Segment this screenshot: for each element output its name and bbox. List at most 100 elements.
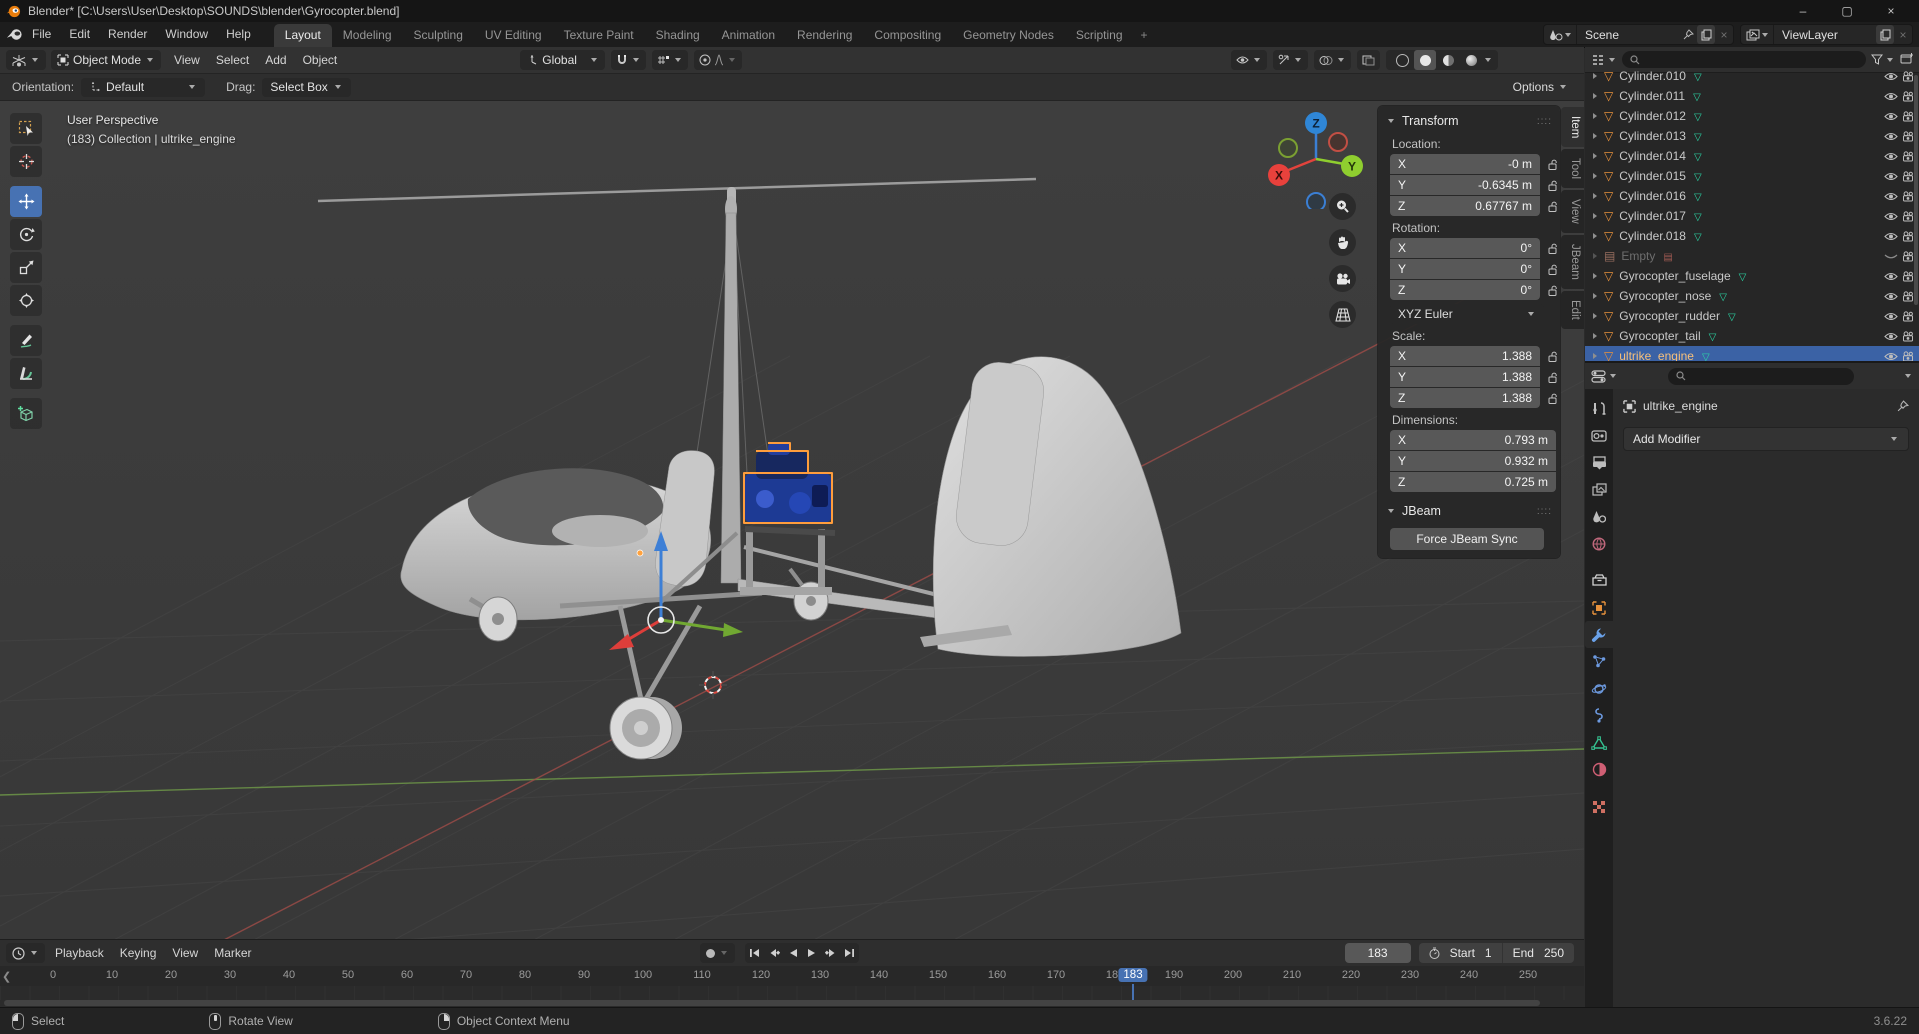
- menu-item[interactable]: Render: [99, 22, 156, 47]
- options-dropdown[interactable]: Options: [1513, 80, 1572, 94]
- sidebar-tab[interactable]: JBeam: [1561, 235, 1584, 289]
- gizmo-axis-y-neg[interactable]: [1279, 139, 1297, 157]
- workspace-tab[interactable]: Layout: [274, 24, 332, 47]
- hide-in-viewport-icon[interactable]: [1884, 231, 1898, 242]
- seat-back[interactable]: [656, 451, 715, 587]
- tab-constraints[interactable]: [1585, 702, 1613, 729]
- menu-item[interactable]: Edit: [60, 22, 99, 47]
- workspace-tab[interactable]: UV Editing: [474, 24, 553, 47]
- outliner-row[interactable]: Cylinder.014: [1585, 146, 1919, 166]
- unlock-icon[interactable]: [1546, 350, 1559, 363]
- play-button[interactable]: [802, 943, 821, 963]
- hide-in-viewport-icon[interactable]: [1884, 211, 1898, 222]
- workspace-tab[interactable]: Modeling: [332, 24, 403, 47]
- number-field[interactable]: Z0°: [1390, 280, 1540, 300]
- workspace-tab[interactable]: +: [1134, 24, 1155, 47]
- object-name[interactable]: Empty: [1621, 249, 1655, 263]
- drag-mode-selector[interactable]: Select Box: [262, 78, 350, 97]
- outliner-row[interactable]: Cylinder.011: [1585, 86, 1919, 106]
- disclosure-triangle-icon[interactable]: [1593, 333, 1597, 339]
- panel-grip-icon[interactable]: ::::: [1537, 506, 1552, 517]
- editor-type-button[interactable]: [6, 50, 46, 70]
- transform-orientation-selector[interactable]: Global: [520, 50, 605, 70]
- new-viewlayer-icon[interactable]: [1876, 25, 1894, 44]
- disable-in-render-icon[interactable]: [1902, 351, 1915, 362]
- number-field[interactable]: Y0°: [1390, 259, 1540, 279]
- hide-in-viewport-icon[interactable]: [1884, 91, 1898, 102]
- hide-in-viewport-icon[interactable]: [1884, 191, 1898, 202]
- viewlayer-icon[interactable]: [1741, 25, 1774, 44]
- disclosure-triangle-icon[interactable]: [1593, 173, 1597, 179]
- timeline-menu-item[interactable]: Playback: [47, 946, 112, 960]
- number-field[interactable]: Z1.388: [1390, 388, 1540, 408]
- transform-panel-header[interactable]: Transform ::::: [1378, 110, 1560, 132]
- object-name[interactable]: ultrike_engine: [1619, 349, 1694, 361]
- scene-name[interactable]: Scene: [1577, 28, 1679, 42]
- hide-in-viewport-icon[interactable]: [1884, 331, 1898, 342]
- object-name[interactable]: Cylinder.018: [1619, 229, 1686, 243]
- outliner-display-mode[interactable]: [1591, 54, 1617, 66]
- hide-in-viewport-icon[interactable]: [1884, 351, 1898, 362]
- object-name[interactable]: Cylinder.015: [1619, 169, 1686, 183]
- timeline-editor-type-button[interactable]: [6, 943, 45, 963]
- new-collection-button[interactable]: [1900, 52, 1913, 67]
- workspace-tab[interactable]: Texture Paint: [553, 24, 645, 47]
- hide-in-viewport-icon[interactable]: [1884, 311, 1898, 322]
- tool-measure[interactable]: [10, 358, 42, 389]
- number-field[interactable]: Y0.932 m: [1390, 451, 1556, 471]
- start-frame-field[interactable]: Start1: [1419, 943, 1502, 963]
- timeline-menu-item[interactable]: Marker: [206, 946, 259, 960]
- proportional-editing-toggle[interactable]: [694, 50, 742, 70]
- tool-cursor[interactable]: [10, 146, 42, 177]
- timeline-menu-item[interactable]: View: [164, 946, 206, 960]
- outliner-row[interactable]: Gyrocopter_fuselage: [1585, 266, 1919, 286]
- number-field[interactable]: X-0 m: [1390, 154, 1540, 174]
- gizmo-axis-z-neg[interactable]: [1307, 193, 1325, 209]
- menu-item[interactable]: Help: [217, 22, 260, 47]
- breadcrumb-object-name[interactable]: ultrike_engine: [1643, 399, 1718, 413]
- force-jbeam-sync-button[interactable]: Force JBeam Sync: [1390, 528, 1544, 550]
- pin-icon[interactable]: [1897, 400, 1909, 412]
- tool-orientation-selector[interactable]: Default: [81, 78, 205, 97]
- disclosure-triangle-icon[interactable]: [1593, 93, 1597, 99]
- tool-transform[interactable]: [10, 285, 42, 316]
- unlock-icon[interactable]: [1546, 158, 1559, 171]
- disclosure-triangle-icon[interactable]: [1593, 313, 1597, 319]
- snap-target-selector[interactable]: [652, 50, 688, 70]
- disclosure-triangle-icon[interactable]: [1593, 213, 1597, 219]
- shading-wireframe-button[interactable]: [1391, 50, 1413, 70]
- disclosure-triangle-icon[interactable]: [1593, 153, 1597, 159]
- viewport-menu-item[interactable]: View: [166, 47, 208, 73]
- outliner-row[interactable]: Gyrocopter_rudder: [1585, 306, 1919, 326]
- object-name[interactable]: Cylinder.017: [1619, 209, 1686, 223]
- outliner-row[interactable]: Cylinder.010: [1585, 66, 1919, 86]
- workspace-tab[interactable]: Scripting: [1065, 24, 1134, 47]
- outliner-row[interactable]: Empty: [1585, 246, 1919, 266]
- zoom-view-button[interactable]: [1329, 193, 1356, 220]
- pin-icon[interactable]: [1679, 25, 1697, 44]
- timeline-scrollbar[interactable]: [4, 1000, 1540, 1006]
- disclosure-triangle-icon[interactable]: [1593, 253, 1597, 259]
- object-name[interactable]: Gyrocopter_tail: [1619, 329, 1700, 343]
- workspace-tab[interactable]: Rendering: [786, 24, 863, 47]
- viewlayer-selector[interactable]: ViewLayer ×: [1740, 24, 1913, 45]
- outliner-row[interactable]: Cylinder.018: [1585, 226, 1919, 246]
- auto-keying-toggle[interactable]: [700, 943, 735, 963]
- tab-view-layer[interactable]: [1585, 476, 1613, 503]
- outliner-row[interactable]: Cylinder.012: [1585, 106, 1919, 126]
- sidebar-tab[interactable]: View: [1561, 190, 1584, 233]
- prev-keyframe-button[interactable]: [764, 943, 783, 963]
- tab-collection[interactable]: [1585, 567, 1613, 594]
- sidebar-tab[interactable]: Edit: [1561, 291, 1584, 329]
- mode-selector[interactable]: Object Mode: [51, 50, 161, 70]
- tool-select-box[interactable]: [10, 113, 42, 144]
- gizmo-y-arrow[interactable]: [723, 623, 743, 637]
- tab-object-data[interactable]: [1585, 729, 1613, 756]
- overlays-toggle[interactable]: [1314, 50, 1351, 70]
- tab-material[interactable]: [1585, 756, 1613, 783]
- rotor-blade[interactable]: [318, 179, 1036, 201]
- jbeam-panel-header[interactable]: JBeam ::::: [1378, 500, 1560, 522]
- outliner-row[interactable]: Cylinder.015: [1585, 166, 1919, 186]
- pan-view-button[interactable]: [1329, 229, 1356, 256]
- viewport-menu-item[interactable]: Add: [257, 47, 294, 73]
